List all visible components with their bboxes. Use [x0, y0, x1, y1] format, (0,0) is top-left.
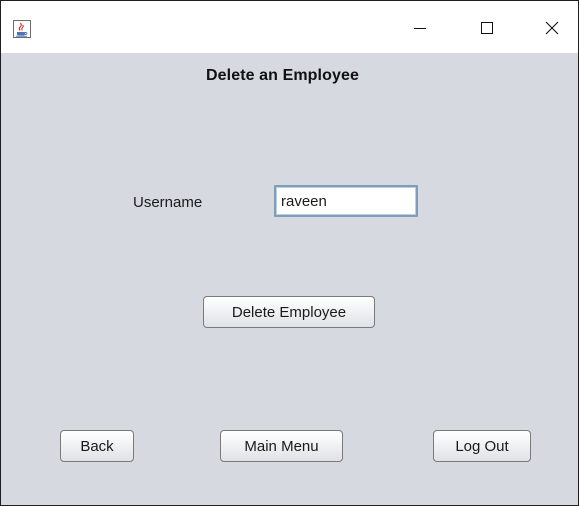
maximize-icon: [479, 20, 495, 41]
main-menu-button[interactable]: Main Menu: [220, 430, 343, 462]
content-panel: Delete an Employee Username Delete Emplo…: [1, 53, 578, 505]
minimize-icon: [412, 20, 428, 41]
log-out-button[interactable]: Log Out: [433, 430, 531, 462]
java-cup-icon: [13, 20, 31, 38]
minimize-button[interactable]: [400, 15, 440, 45]
title-bar[interactable]: [1, 1, 578, 53]
back-button[interactable]: Back: [60, 430, 134, 462]
username-label: Username: [133, 194, 203, 211]
delete-employee-button[interactable]: Delete Employee: [203, 296, 375, 328]
username-input[interactable]: [274, 185, 418, 217]
application-window: Delete an Employee Username Delete Emplo…: [0, 0, 579, 506]
close-button[interactable]: [532, 15, 572, 45]
page-title: Delete an Employee: [206, 67, 359, 84]
maximize-button[interactable]: [467, 15, 507, 45]
close-icon: [544, 20, 560, 41]
